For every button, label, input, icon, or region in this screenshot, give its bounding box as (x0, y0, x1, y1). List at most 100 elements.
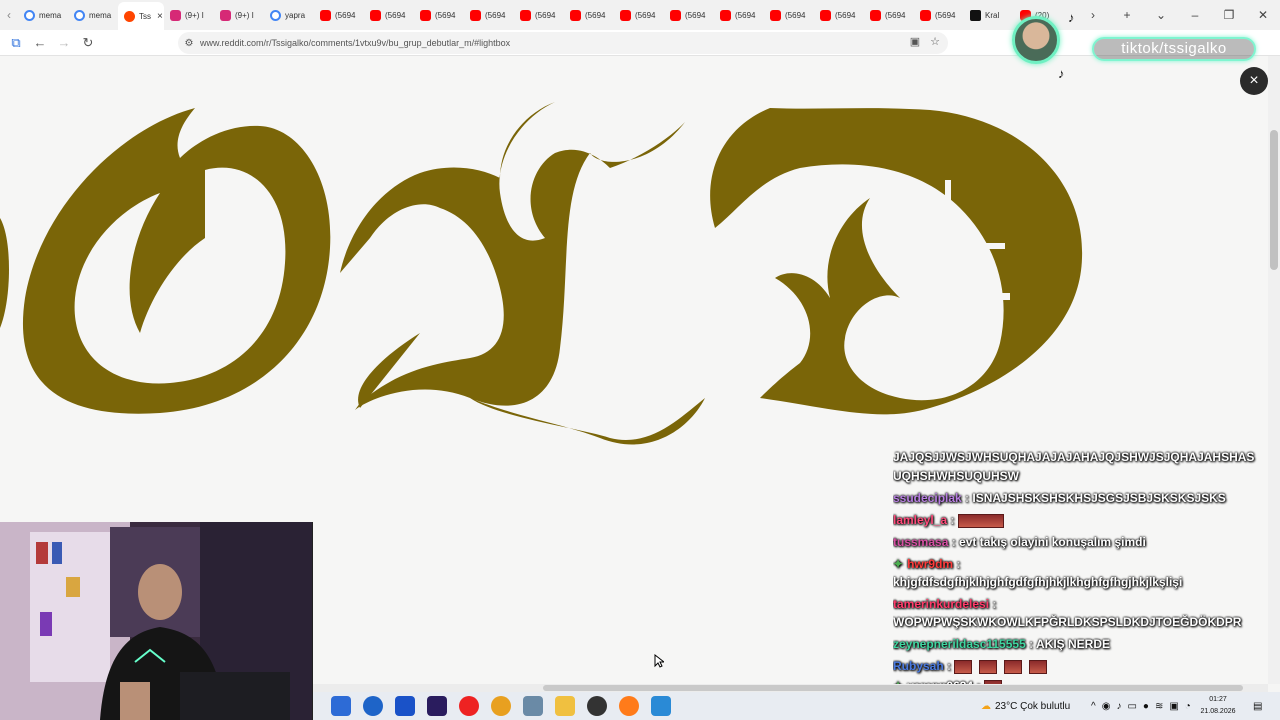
scrollbar-thumb[interactable] (1270, 130, 1278, 270)
bookmark-star-icon[interactable]: ☆ (930, 35, 940, 48)
tab-label: (5694 (635, 10, 656, 20)
back-button[interactable]: ← (28, 35, 52, 50)
chat-username[interactable]: lamleyl_a (893, 513, 947, 527)
chat-text: evt takış olayini konuşalım şimdi (959, 535, 1146, 549)
browser-tab[interactable]: (5694 (714, 3, 764, 27)
display-icon[interactable]: ▣ (1169, 701, 1178, 712)
close-tab-icon[interactable]: × (157, 11, 163, 22)
tab-list-dropdown-icon[interactable]: ⌄ (1144, 8, 1178, 22)
chat-username[interactable]: tamerinkurdelesi (893, 597, 989, 611)
translate-icon[interactable]: ▣ (910, 35, 920, 48)
tiktok-logo-icon-small: ♪ (1058, 66, 1065, 81)
clock-time: 01:27 (1209, 696, 1227, 703)
browser-tab[interactable]: (5694 (364, 3, 414, 27)
reload-button[interactable]: ↻ (76, 35, 100, 51)
browser-tab[interactable]: (5694 (414, 3, 464, 27)
wifi-icon[interactable]: ◔ (1185, 701, 1191, 712)
chat-username[interactable]: zeynepnerildasc115555 (893, 637, 1026, 651)
site-info-icon[interactable]: ⚙ (178, 38, 200, 49)
browser-tab[interactable]: (9+) I (164, 3, 214, 27)
horizontal-scrollbar[interactable] (313, 684, 1268, 692)
start-icon[interactable] (331, 696, 351, 716)
browser-tab[interactable]: (5694 (614, 3, 664, 27)
chat-separator: : (947, 513, 958, 527)
chat-text: ISNAJSHSKSHSKHSJSGSJSBJSKSKSJSKS (972, 491, 1226, 505)
network-icon[interactable]: ≋ (1155, 701, 1163, 712)
chat-username[interactable]: tussmasa (893, 535, 948, 549)
chat-username[interactable]: Rubysah (893, 659, 944, 673)
youtube-icon (820, 9, 831, 21)
chat-emote (979, 659, 998, 674)
minimize-button[interactable]: – (1178, 8, 1212, 22)
weather-text: 23°C Çok bulutlu (995, 700, 1071, 712)
collections-icon[interactable]: ⧉ (4, 35, 28, 51)
forward-button[interactable]: → (52, 35, 76, 50)
tray-app-icon[interactable]: ◉ (1102, 701, 1111, 712)
browser-tab[interactable]: Tss × (118, 2, 164, 30)
tray-expand-icon[interactable]: ^ (1091, 701, 1096, 712)
toolbar: ⧉ ← → ↻ ⚙ www.reddit.com/r/Tssigalko/com… (0, 30, 1280, 56)
tab-label: mema (39, 10, 62, 20)
youtube-icon (720, 9, 731, 21)
chat-username[interactable]: ssudeciplak (893, 491, 962, 505)
clock[interactable]: 01:27 21.08.2026 (1198, 694, 1238, 718)
notification-icon[interactable]: ▤ (1253, 692, 1262, 720)
speaker-icon[interactable]: ♪ (1116, 701, 1121, 712)
youtube-icon (420, 9, 431, 21)
new-tab-button[interactable]: + (1110, 8, 1144, 22)
weather-widget[interactable]: ☁ 23°C Çok bulutlu (981, 692, 1070, 720)
youtube-icon (620, 9, 631, 21)
chat-message: ✦ hwr9dm : (893, 557, 960, 571)
tab-scroll-right-icon[interactable]: › (1076, 8, 1110, 22)
premiere-icon[interactable] (427, 696, 447, 716)
chat-emote (1004, 659, 1023, 674)
chat-text: JAJQSJJWSJWHSUQHAJAJAJAHAJQJSHWJSJQHAJAH… (893, 450, 1255, 464)
browser-tab[interactable]: (5694 (864, 3, 914, 27)
browser-tab[interactable]: (5694 (514, 3, 564, 27)
tab-label: (5694 (485, 10, 506, 20)
opera-icon[interactable] (459, 696, 479, 716)
firefox-icon[interactable] (619, 696, 639, 716)
paint-icon[interactable] (651, 696, 671, 716)
battery-icon[interactable]: ▭ (1127, 701, 1136, 712)
app-icon[interactable] (523, 696, 543, 716)
browser-tab[interactable]: (5694 (464, 3, 514, 27)
tab-label: (9+) I (185, 10, 204, 20)
screen: ‹ mema mema Tss × (9+) I (9+) I yapra (5694 (569… (0, 0, 1280, 720)
hscroll-thumb[interactable] (543, 685, 1243, 691)
clock-date: 21.08.2026 (1200, 708, 1236, 715)
microphone-icon[interactable]: ● (1143, 701, 1149, 712)
browser-tab[interactable]: mema (68, 3, 118, 27)
tab-label: (5694 (785, 10, 806, 20)
browser-tab[interactable]: (5694 (564, 3, 614, 27)
tab-label: (9+) I (235, 10, 254, 20)
browser-tab[interactable]: (5694 (764, 3, 814, 27)
browser-tab[interactable]: (9+) I (214, 3, 264, 27)
tab-scroll-left-icon[interactable]: ‹ (0, 8, 18, 22)
chrome-icon[interactable] (491, 696, 511, 716)
weather-cloud-icon: ☁ (981, 700, 991, 712)
user-badge-icon: ✦ (893, 557, 904, 571)
chat-separator: : (989, 597, 997, 611)
browser-tab[interactable]: yapra (264, 3, 314, 27)
browser-tab[interactable]: (5694 (814, 3, 864, 27)
browser-tab[interactable]: mema (18, 3, 68, 27)
lightbox-close-button[interactable]: × (1240, 67, 1268, 95)
tab-label: (5694 (385, 10, 406, 20)
close-window-button[interactable]: ✕ (1246, 8, 1280, 22)
reddit-icon (124, 10, 135, 22)
maximize-button[interactable]: ❐ (1212, 8, 1246, 22)
browser-tab[interactable]: Kral (964, 3, 1014, 27)
browser-tab[interactable]: (5694 (914, 3, 964, 27)
edge-icon[interactable] (363, 696, 383, 716)
tab-label: yapra (285, 10, 306, 20)
address-bar[interactable]: ⚙ www.reddit.com/r/Tssigalko/comments/1v… (178, 32, 948, 54)
dropbox-icon[interactable] (395, 696, 415, 716)
tab-list: mema mema Tss × (9+) I (9+) I yapra (5694 (5694 (… (18, 0, 1064, 30)
file-explorer-icon[interactable] (555, 696, 575, 716)
obs-icon[interactable] (587, 696, 607, 716)
taskbar: ☁ 23°C Çok bulutlu ^ ◉ ♪ ▭ ● ≋ ▣ ◔ ▤ (313, 692, 1280, 720)
browser-tab[interactable]: (5694 (664, 3, 714, 27)
browser-tab[interactable]: (5694 (314, 3, 364, 27)
chat-username[interactable]: hwr9dm (907, 557, 953, 571)
